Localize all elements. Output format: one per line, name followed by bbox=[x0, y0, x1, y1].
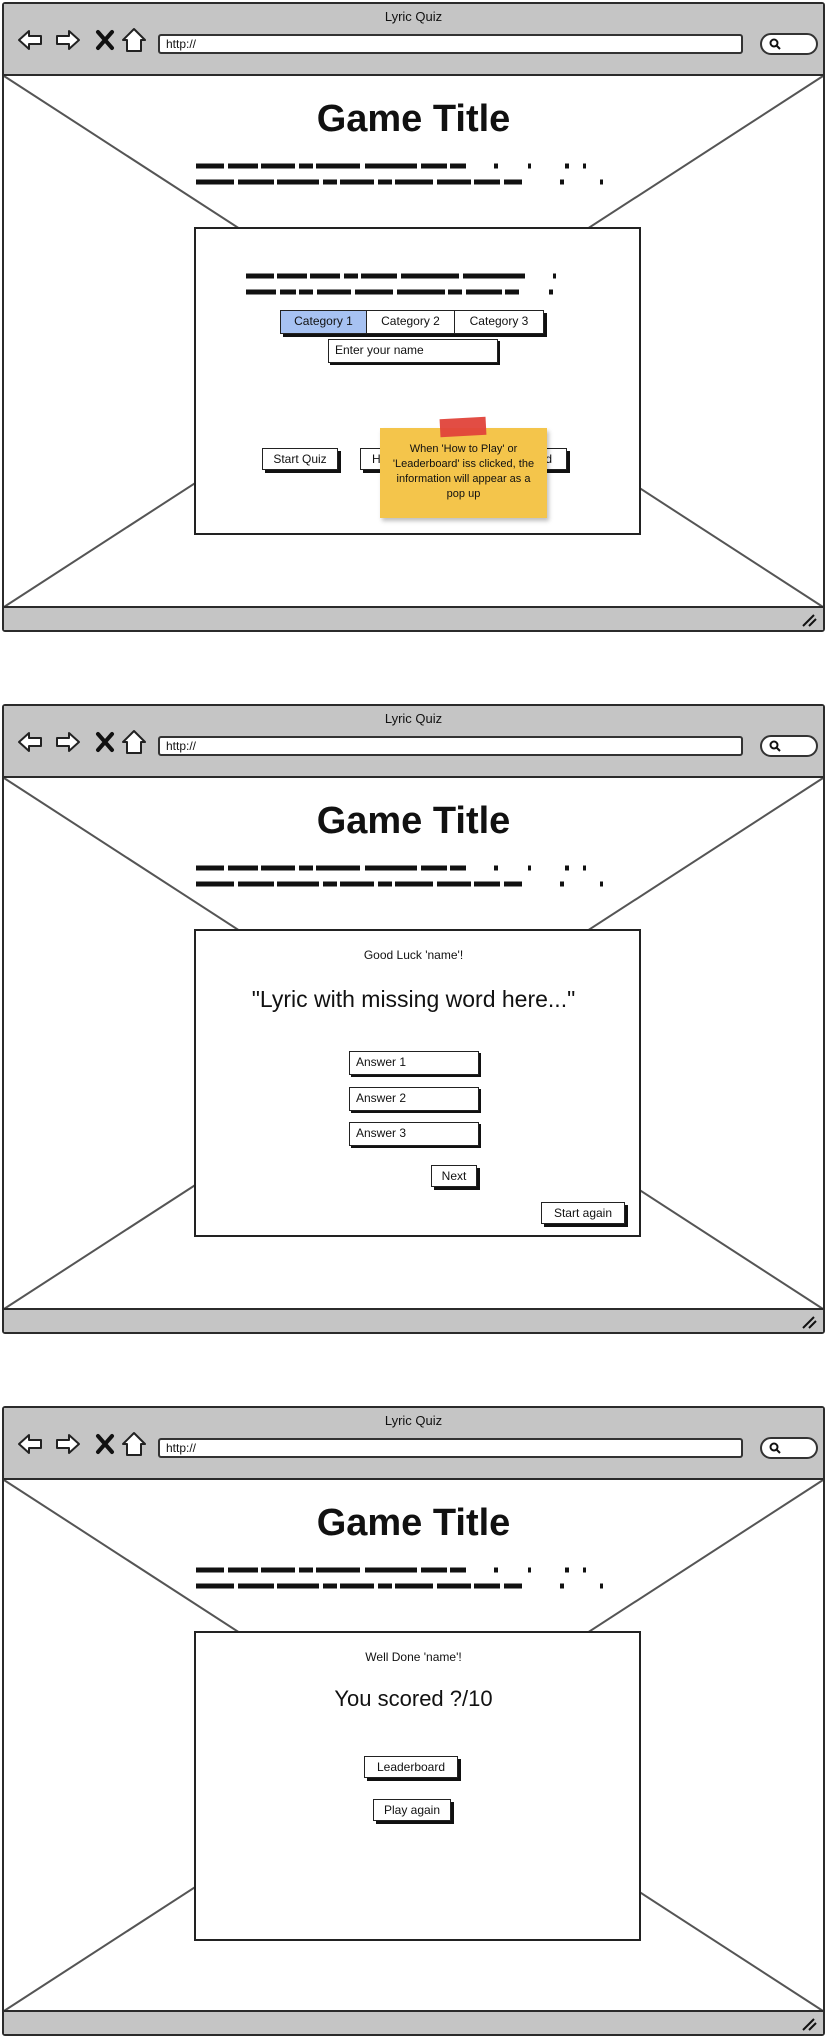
screen-home: Lyric Quiz http:// Game Title Enter your… bbox=[0, 0, 827, 634]
forward-arrow-icon[interactable] bbox=[54, 26, 82, 54]
browser-titlebar: Lyric Quiz http:// bbox=[4, 1408, 823, 1480]
back-arrow-icon[interactable] bbox=[16, 26, 44, 54]
placeholder-text-line bbox=[196, 1567, 606, 1573]
placeholder-text-line bbox=[196, 1583, 634, 1589]
resize-grip-icon[interactable] bbox=[801, 613, 817, 627]
window-title: Lyric Quiz bbox=[384, 9, 443, 24]
browser-window: Lyric Quiz http:// Game Title Good Luck … bbox=[2, 704, 825, 1334]
answer-option-3[interactable]: Answer 3 bbox=[349, 1122, 479, 1146]
url-bar[interactable]: http:// bbox=[158, 1438, 743, 1458]
close-x-icon[interactable] bbox=[92, 1430, 120, 1458]
home-icon[interactable] bbox=[120, 1430, 148, 1458]
start-again-button[interactable]: Start again bbox=[541, 1202, 625, 1224]
search-icon bbox=[769, 38, 781, 50]
greeting-text: Good Luck 'name'! bbox=[363, 948, 464, 962]
answer-option-2[interactable]: Answer 2 bbox=[349, 1087, 479, 1111]
placeholder-text-line bbox=[196, 163, 606, 169]
play-again-button[interactable]: Play again bbox=[373, 1799, 451, 1821]
name-input[interactable]: Enter your name bbox=[328, 339, 498, 363]
search-icon bbox=[769, 740, 781, 752]
back-arrow-icon[interactable] bbox=[16, 1430, 44, 1458]
search-icon bbox=[769, 1442, 781, 1454]
next-button[interactable]: Next bbox=[431, 1165, 477, 1187]
home-icon[interactable] bbox=[120, 728, 148, 756]
back-arrow-icon[interactable] bbox=[16, 728, 44, 756]
category-tab-3[interactable]: Category 3 bbox=[455, 311, 543, 333]
sticky-tape bbox=[439, 416, 487, 438]
start-quiz-button[interactable]: Start Quiz bbox=[262, 448, 338, 470]
page-content: Game Title Good Luck 'name'! "Lyric with… bbox=[4, 778, 823, 1309]
question-panel bbox=[194, 929, 641, 1237]
placeholder-text-line bbox=[196, 865, 606, 871]
game-title: Game Title bbox=[316, 1502, 511, 1544]
browser-statusbar bbox=[4, 2010, 823, 2034]
browser-search-box[interactable] bbox=[760, 1437, 818, 1459]
browser-search-box[interactable] bbox=[760, 33, 818, 55]
window-title: Lyric Quiz bbox=[384, 1413, 443, 1428]
browser-titlebar: Lyric Quiz http:// bbox=[4, 706, 823, 778]
game-title: Game Title bbox=[316, 800, 511, 842]
forward-arrow-icon[interactable] bbox=[54, 728, 82, 756]
page-content: Game Title Well Done 'name'! You scored … bbox=[4, 1480, 823, 2011]
forward-arrow-icon[interactable] bbox=[54, 1430, 82, 1458]
url-bar[interactable]: http:// bbox=[158, 34, 743, 54]
url-bar[interactable]: http:// bbox=[158, 736, 743, 756]
greeting-text: Well Done 'name'! bbox=[365, 1650, 462, 1664]
placeholder-text-line bbox=[196, 179, 634, 185]
category-tab-1[interactable]: Category 1 bbox=[281, 311, 367, 333]
resize-grip-icon[interactable] bbox=[801, 2017, 817, 2031]
score-text: You scored ?/10 bbox=[334, 1686, 493, 1711]
results-panel bbox=[194, 1631, 641, 1941]
window-title: Lyric Quiz bbox=[384, 711, 443, 726]
answer-option-1[interactable]: Answer 1 bbox=[349, 1051, 479, 1075]
placeholder-text-line bbox=[246, 273, 574, 279]
close-x-icon[interactable] bbox=[92, 728, 120, 756]
leaderboard-button[interactable]: Leaderboard bbox=[364, 1756, 458, 1778]
browser-statusbar bbox=[4, 1308, 823, 1332]
browser-search-box[interactable] bbox=[760, 735, 818, 757]
close-x-icon[interactable] bbox=[92, 26, 120, 54]
placeholder-text-line bbox=[196, 881, 634, 887]
sticky-note: When 'How to Play' or 'Leaderboard' iss … bbox=[380, 428, 547, 518]
game-title: Game Title bbox=[316, 98, 511, 140]
category-selector: Category 1 Category 2 Category 3 bbox=[280, 310, 544, 334]
placeholder-text-line bbox=[246, 289, 564, 295]
browser-titlebar: Lyric Quiz http:// bbox=[4, 4, 823, 76]
screen-question: Lyric Quiz http:// Game Title Good Luck … bbox=[0, 702, 827, 1336]
screen-results: Lyric Quiz http:// Game Title Well Done … bbox=[0, 1404, 827, 2038]
browser-window: Lyric Quiz http:// Game Title Well Done … bbox=[2, 1406, 825, 2036]
browser-statusbar bbox=[4, 606, 823, 630]
category-tab-2[interactable]: Category 2 bbox=[367, 311, 455, 333]
lyric-text: "Lyric with missing word here..." bbox=[251, 986, 576, 1012]
resize-grip-icon[interactable] bbox=[801, 1315, 817, 1329]
home-icon[interactable] bbox=[120, 26, 148, 54]
